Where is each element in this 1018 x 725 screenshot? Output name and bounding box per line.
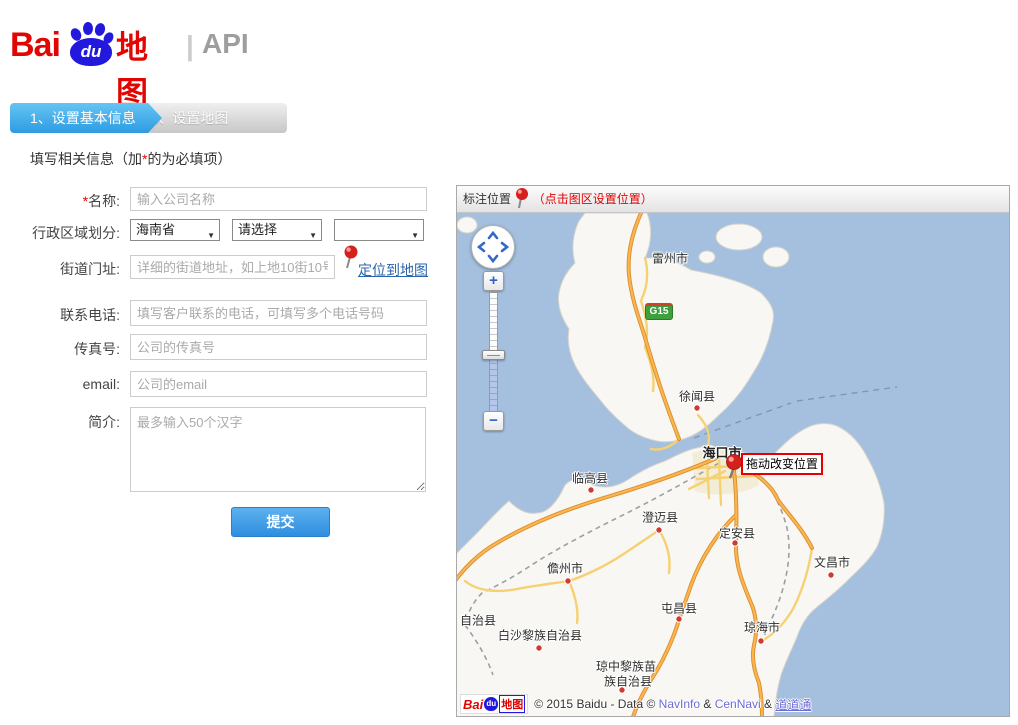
logo-bai-text: Bai [10, 26, 60, 65]
logo-map-word: 地图 [116, 22, 148, 114]
chevron-down-icon: ▼ [207, 226, 215, 246]
page: Bai du 地图 | API 2、设置地图 1、设置基本信息 填写相关信息（加… [0, 0, 1018, 725]
fax-label: 传真号: [0, 339, 120, 359]
marker-drag-tooltip: 拖动改变位置 [741, 453, 823, 475]
zoom-slider-track-upper[interactable] [489, 292, 498, 355]
address-label: 街道门址: [0, 259, 120, 279]
locate-pin-icon [343, 245, 358, 271]
chevron-down-icon: ▼ [411, 226, 419, 246]
pan-east-icon[interactable] [499, 241, 511, 253]
province-select[interactable]: 海南省▼ [130, 219, 220, 241]
locate-to-map-link[interactable]: 定位到地图 [358, 260, 428, 280]
region-label: 行政区域划分: [0, 223, 120, 243]
submit-button[interactable]: 提交 [231, 507, 330, 537]
name-label: *名称: [0, 191, 120, 211]
zoom-in-button[interactable]: + [483, 271, 504, 291]
map-header-hint: （点击图区设置位置） [533, 192, 653, 206]
baidu-paw-icon: du [68, 22, 114, 66]
phone-label: 联系电话: [0, 305, 120, 325]
chevron-down-icon: ▼ [309, 226, 317, 246]
navinfo-link[interactable]: NavInfo [659, 697, 700, 711]
attribution-text: © 2015 Baidu - Data © [534, 697, 658, 711]
email-input[interactable] [130, 371, 427, 397]
map-attribution: Bai du 地图 © 2015 Baidu - Data © NavInfo … [460, 693, 811, 715]
pan-north-icon[interactable] [487, 229, 499, 241]
cennavi-link[interactable]: CenNavi [715, 697, 761, 711]
intro-label: 简介: [0, 412, 120, 432]
pan-west-icon[interactable] [475, 241, 487, 253]
attribution-amp: & [700, 697, 715, 711]
attribution-amp: & [761, 697, 776, 711]
form-notice: 填写相关信息（加*的为必填项） [30, 149, 231, 169]
zoom-slider-track-lower[interactable] [489, 358, 498, 412]
tab-step1-basic-info[interactable]: 1、设置基本信息 [10, 103, 162, 133]
fax-input[interactable] [130, 334, 427, 360]
logo-divider: | [186, 30, 194, 62]
map-canvas[interactable]: G15 雷州市 徐闻县 海口市 临高县 澄迈县 定安县 文昌市 儋州市 屯昌县 … [457, 213, 1009, 716]
baidu-map-mini-logo: Bai du 地图 [460, 694, 528, 714]
city-select[interactable]: 请选择▼ [232, 219, 322, 241]
email-label: email: [0, 376, 120, 392]
intro-textarea[interactable] [130, 407, 426, 492]
map-panel: 标注位置 （点击图区设置位置） [456, 185, 1010, 717]
highway-g15-badge: G15 [645, 303, 673, 320]
phone-input[interactable] [130, 300, 427, 326]
zoom-slider-handle[interactable] [482, 350, 505, 360]
zoom-out-button[interactable]: − [483, 411, 504, 431]
district-select[interactable]: ▼ [334, 219, 424, 241]
daodaotong-link[interactable]: 道道通 [775, 696, 811, 713]
logo-api-text: API [202, 28, 249, 60]
company-name-input[interactable] [130, 187, 427, 211]
pan-south-icon[interactable] [487, 253, 499, 265]
map-header-bar: 标注位置 （点击图区设置位置） [457, 186, 1009, 213]
map-pan-control[interactable] [471, 225, 515, 269]
map-header-title: 标注位置 [463, 192, 511, 206]
marker-pin-icon [515, 187, 528, 209]
baidu-paw-icon: du [484, 697, 498, 711]
street-address-input[interactable] [130, 255, 335, 279]
logo-du-text: du [68, 42, 114, 62]
